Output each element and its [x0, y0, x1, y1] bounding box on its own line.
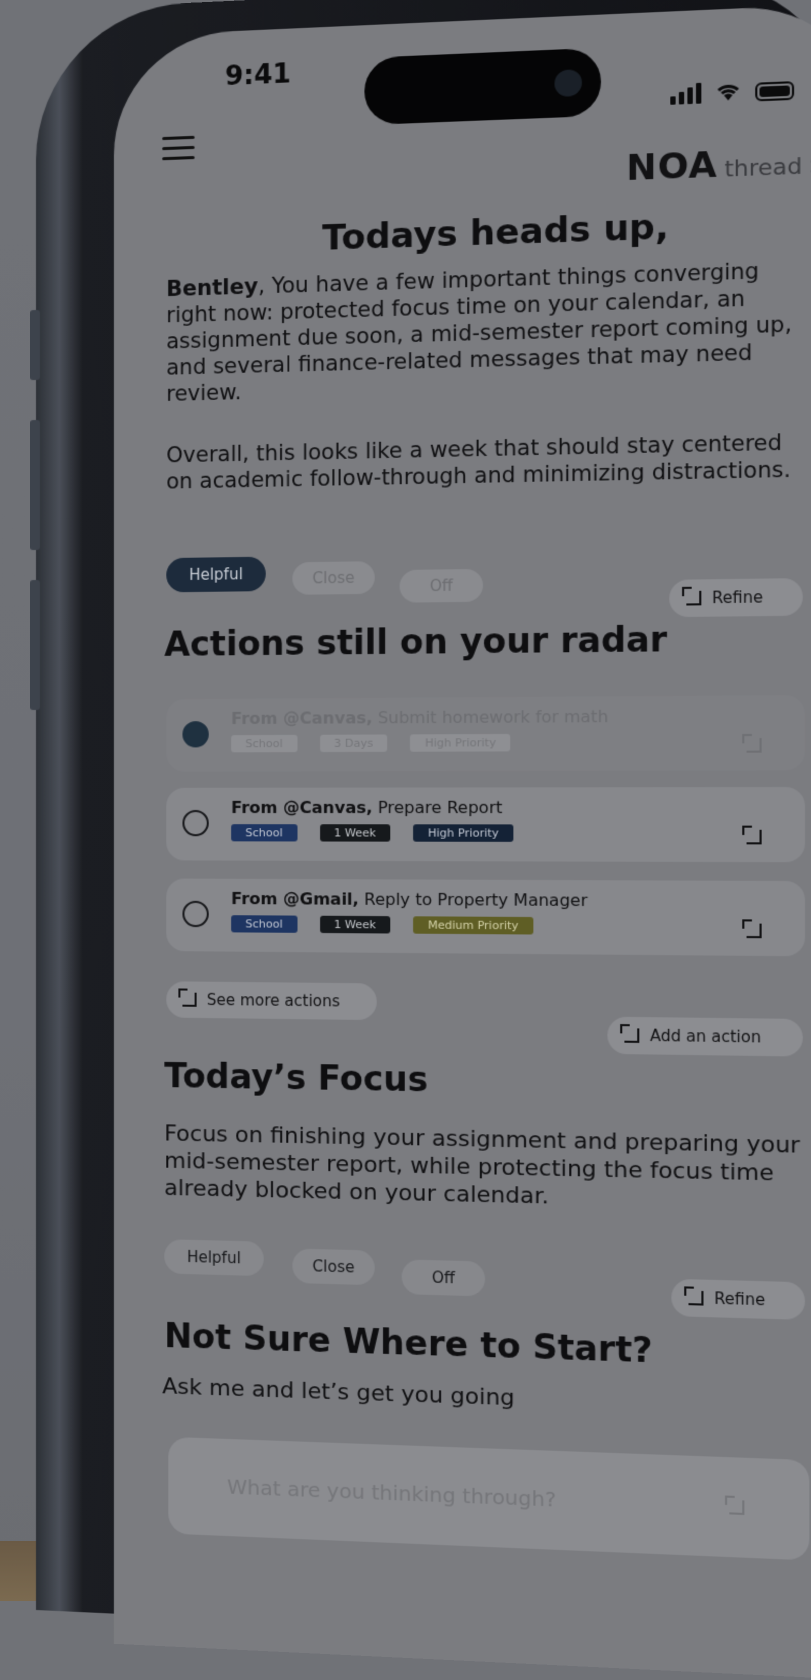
expand-icon[interactable]: [746, 922, 762, 942]
tag-priority: High Priority: [410, 733, 511, 752]
send-icon[interactable]: [729, 1499, 745, 1519]
tag-priority: High Priority: [413, 824, 514, 842]
hamburger-menu-icon[interactable]: [162, 135, 195, 167]
tag-due: 1 Week: [319, 915, 391, 934]
status-time: 9:41: [225, 58, 292, 93]
see-more-label: See more actions: [206, 990, 341, 1011]
off-button[interactable]: Off: [399, 568, 483, 603]
action-tags: School 1 Week Medium Priority: [231, 915, 534, 935]
focus-body: Focus on finishing your assignment and p…: [164, 1121, 800, 1210]
expand-icon[interactable]: [746, 737, 762, 757]
add-action-button[interactable]: Add an action: [607, 1016, 803, 1057]
action-tags: School 3 Days High Priority: [231, 733, 511, 753]
tag-category: School: [231, 734, 298, 753]
tag-priority: Medium Priority: [413, 916, 534, 935]
volume-up-button: [30, 419, 40, 551]
action-card[interactable]: From @Canvas, Submit homework for math S…: [166, 695, 805, 772]
refine-label: Refine: [714, 1289, 766, 1310]
refine-button[interactable]: Refine: [669, 578, 803, 618]
focus-title: Today’s Focus: [164, 1055, 429, 1100]
close-button[interactable]: Close: [292, 1248, 375, 1286]
refine-icon: [686, 590, 702, 606]
action-checkbox[interactable]: [182, 810, 209, 837]
expand-icon: [182, 992, 197, 1007]
action-task: Submit homework for math: [372, 706, 609, 728]
tag-due: 1 Week: [319, 824, 391, 842]
noa-thread-link[interactable]: NOA thread >: [626, 140, 811, 190]
action-title: From @Canvas, Submit homework for math: [231, 707, 608, 728]
action-task: Prepare Report: [372, 797, 503, 818]
actions-title: Actions still on your radar: [164, 619, 668, 664]
status-icons: [670, 79, 795, 105]
refine-icon: [688, 1290, 704, 1306]
ask-input-box[interactable]: [168, 1436, 810, 1561]
helpful-button[interactable]: Helpful: [164, 1239, 264, 1277]
front-camera-icon: [554, 69, 582, 98]
headsup-text: , You have a few important things conver…: [166, 258, 792, 406]
refine-button[interactable]: Refine: [671, 1278, 805, 1320]
thread-label: thread: [724, 153, 803, 183]
action-title: From @Gmail, Reply to Property Manager: [231, 889, 587, 910]
add-icon: [624, 1028, 640, 1043]
silent-switch: [30, 309, 40, 381]
wifi-icon: [714, 81, 742, 101]
action-card[interactable]: From @Gmail, Reply to Property Manager S…: [166, 878, 805, 957]
add-action-label: Add an action: [649, 1026, 762, 1047]
action-task: Reply to Property Manager: [358, 889, 588, 911]
user-name: Bentley: [166, 274, 259, 302]
close-button[interactable]: Close: [292, 561, 375, 595]
action-title: From @Canvas, Prepare Report: [231, 798, 502, 818]
action-card[interactable]: From @Canvas, Prepare Report School 1 We…: [166, 787, 805, 863]
app-screen: 9:41 NOA thread > Todays heads up, Bentl…: [113, 2, 811, 1680]
action-source: From @Canvas,: [231, 708, 373, 729]
headsup-body: Bentley, You have a few important things…: [166, 257, 794, 407]
tag-category: School: [231, 915, 298, 933]
volume-down-button: [30, 579, 40, 711]
phone-frame: 9:41 NOA thread > Todays heads up, Bentl…: [30, 0, 811, 1680]
start-subtitle: Ask me and let’s get you going: [162, 1374, 515, 1412]
tag-category: School: [231, 824, 298, 842]
action-tags: School 1 Week High Priority: [231, 824, 514, 842]
headsup-title: Todays heads up,: [322, 206, 669, 259]
completed-checkbox[interactable]: [182, 721, 209, 748]
refine-label: Refine: [712, 587, 763, 608]
expand-icon[interactable]: [746, 829, 762, 849]
signal-icon: [670, 82, 702, 105]
action-checkbox[interactable]: [182, 900, 209, 928]
see-more-actions-button[interactable]: See more actions: [166, 981, 377, 1021]
tag-due: 3 Days: [319, 734, 388, 753]
off-button[interactable]: Off: [401, 1259, 486, 1297]
action-source: From @Canvas,: [231, 797, 373, 818]
start-title: Not Sure Where to Start?: [164, 1315, 653, 1371]
action-source: From @Gmail,: [231, 888, 359, 909]
helpful-button[interactable]: Helpful: [166, 556, 266, 593]
dynamic-island: [364, 47, 602, 126]
headsup-summary: Overall, this looks like a week that sho…: [166, 430, 791, 494]
battery-icon: [755, 81, 795, 102]
ask-input[interactable]: [225, 1473, 668, 1518]
noa-logo: NOA: [626, 144, 718, 190]
